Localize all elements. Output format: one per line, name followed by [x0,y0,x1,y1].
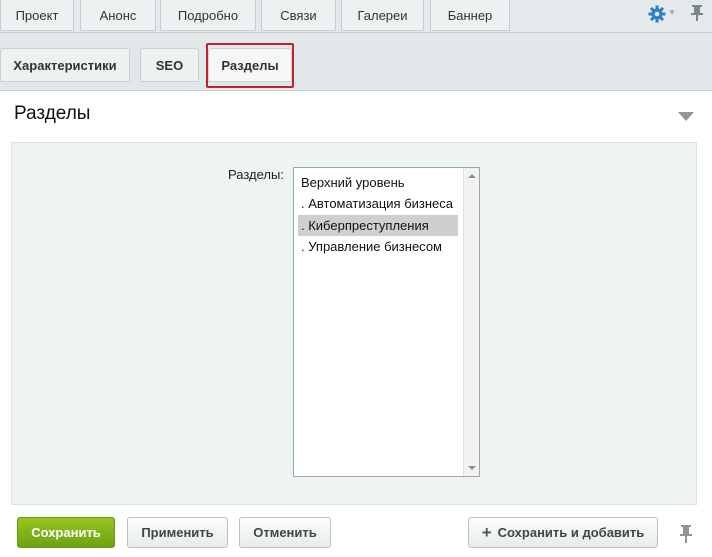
sub-tab-bar: Характеристики SEO Разделы [0,33,712,91]
pin-icon[interactable] [690,4,704,22]
tab-banner[interactable]: Баннер [430,0,510,31]
collapse-arrow-icon[interactable] [678,112,694,121]
list-option[interactable]: . Автоматизация бизнеса [298,193,458,214]
list-option[interactable]: Верхний уровень [298,172,458,193]
tab-seo[interactable]: SEO [140,48,199,82]
tab-announce[interactable]: Анонс [80,0,156,31]
apply-button-label: Применить [141,525,214,540]
apply-button[interactable]: Применить [127,517,228,548]
tab-project[interactable]: Проект [0,0,74,31]
tab-label: Баннер [447,7,493,23]
scroll-up-icon[interactable] [468,174,476,178]
save-and-add-button[interactable]: + Сохранить и добавить [468,517,658,548]
plus-icon: + [481,523,492,542]
tab-details[interactable]: Подробно [160,0,256,31]
tab-label: Проект [15,7,59,23]
cancel-button[interactable]: Отменить [239,517,331,548]
sections-listbox[interactable]: Верхний уровень . Автоматизация бизнеса … [293,167,480,477]
cancel-button-label: Отменить [253,525,317,540]
tab-label: Галереи [357,7,408,23]
save-button[interactable]: Сохранить [17,517,115,548]
scroll-down-icon[interactable] [468,466,476,470]
tab-links[interactable]: Связи [261,0,336,31]
gear-icon[interactable] [648,5,666,23]
save-button-label: Сохранить [31,525,101,540]
tab-galleries[interactable]: Галереи [341,0,424,31]
save-and-add-label: Сохранить и добавить [497,525,645,540]
top-tab-bar: Проект Анонс Подробно Связи Галереи Банн… [0,0,712,33]
active-tab-highlight [206,43,294,88]
tab-label: Анонс [99,7,137,23]
tab-label: Подробно [177,7,239,23]
pin-icon[interactable] [679,524,693,544]
dropdown-arrow-icon[interactable]: ▼ [668,8,676,17]
tab-label: Характеристики [13,57,117,73]
tab-characteristics[interactable]: Характеристики [0,48,130,82]
list-option[interactable]: . Управление бизнесом [298,236,458,257]
list-option-selected[interactable]: . Киберпреступления [298,215,458,236]
tab-label: Связи [280,7,317,23]
section-title: Разделы [14,103,91,124]
listbox-scrollbar[interactable] [463,168,479,476]
tab-label: SEO [155,57,184,73]
sections-field-label: Разделы: [228,167,284,182]
